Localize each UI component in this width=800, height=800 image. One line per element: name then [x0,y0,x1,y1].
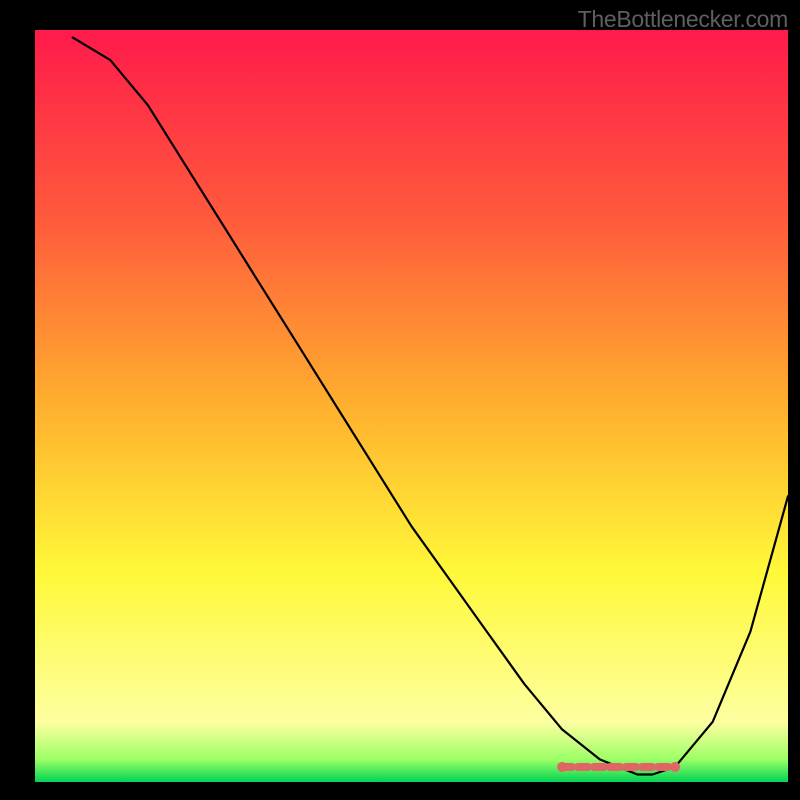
watermark-label: TheBottlenecker.com [578,6,788,33]
bottleneck-chart: TheBottlenecker.com [0,0,800,800]
plot-area [35,30,788,782]
chart-canvas [0,0,800,800]
